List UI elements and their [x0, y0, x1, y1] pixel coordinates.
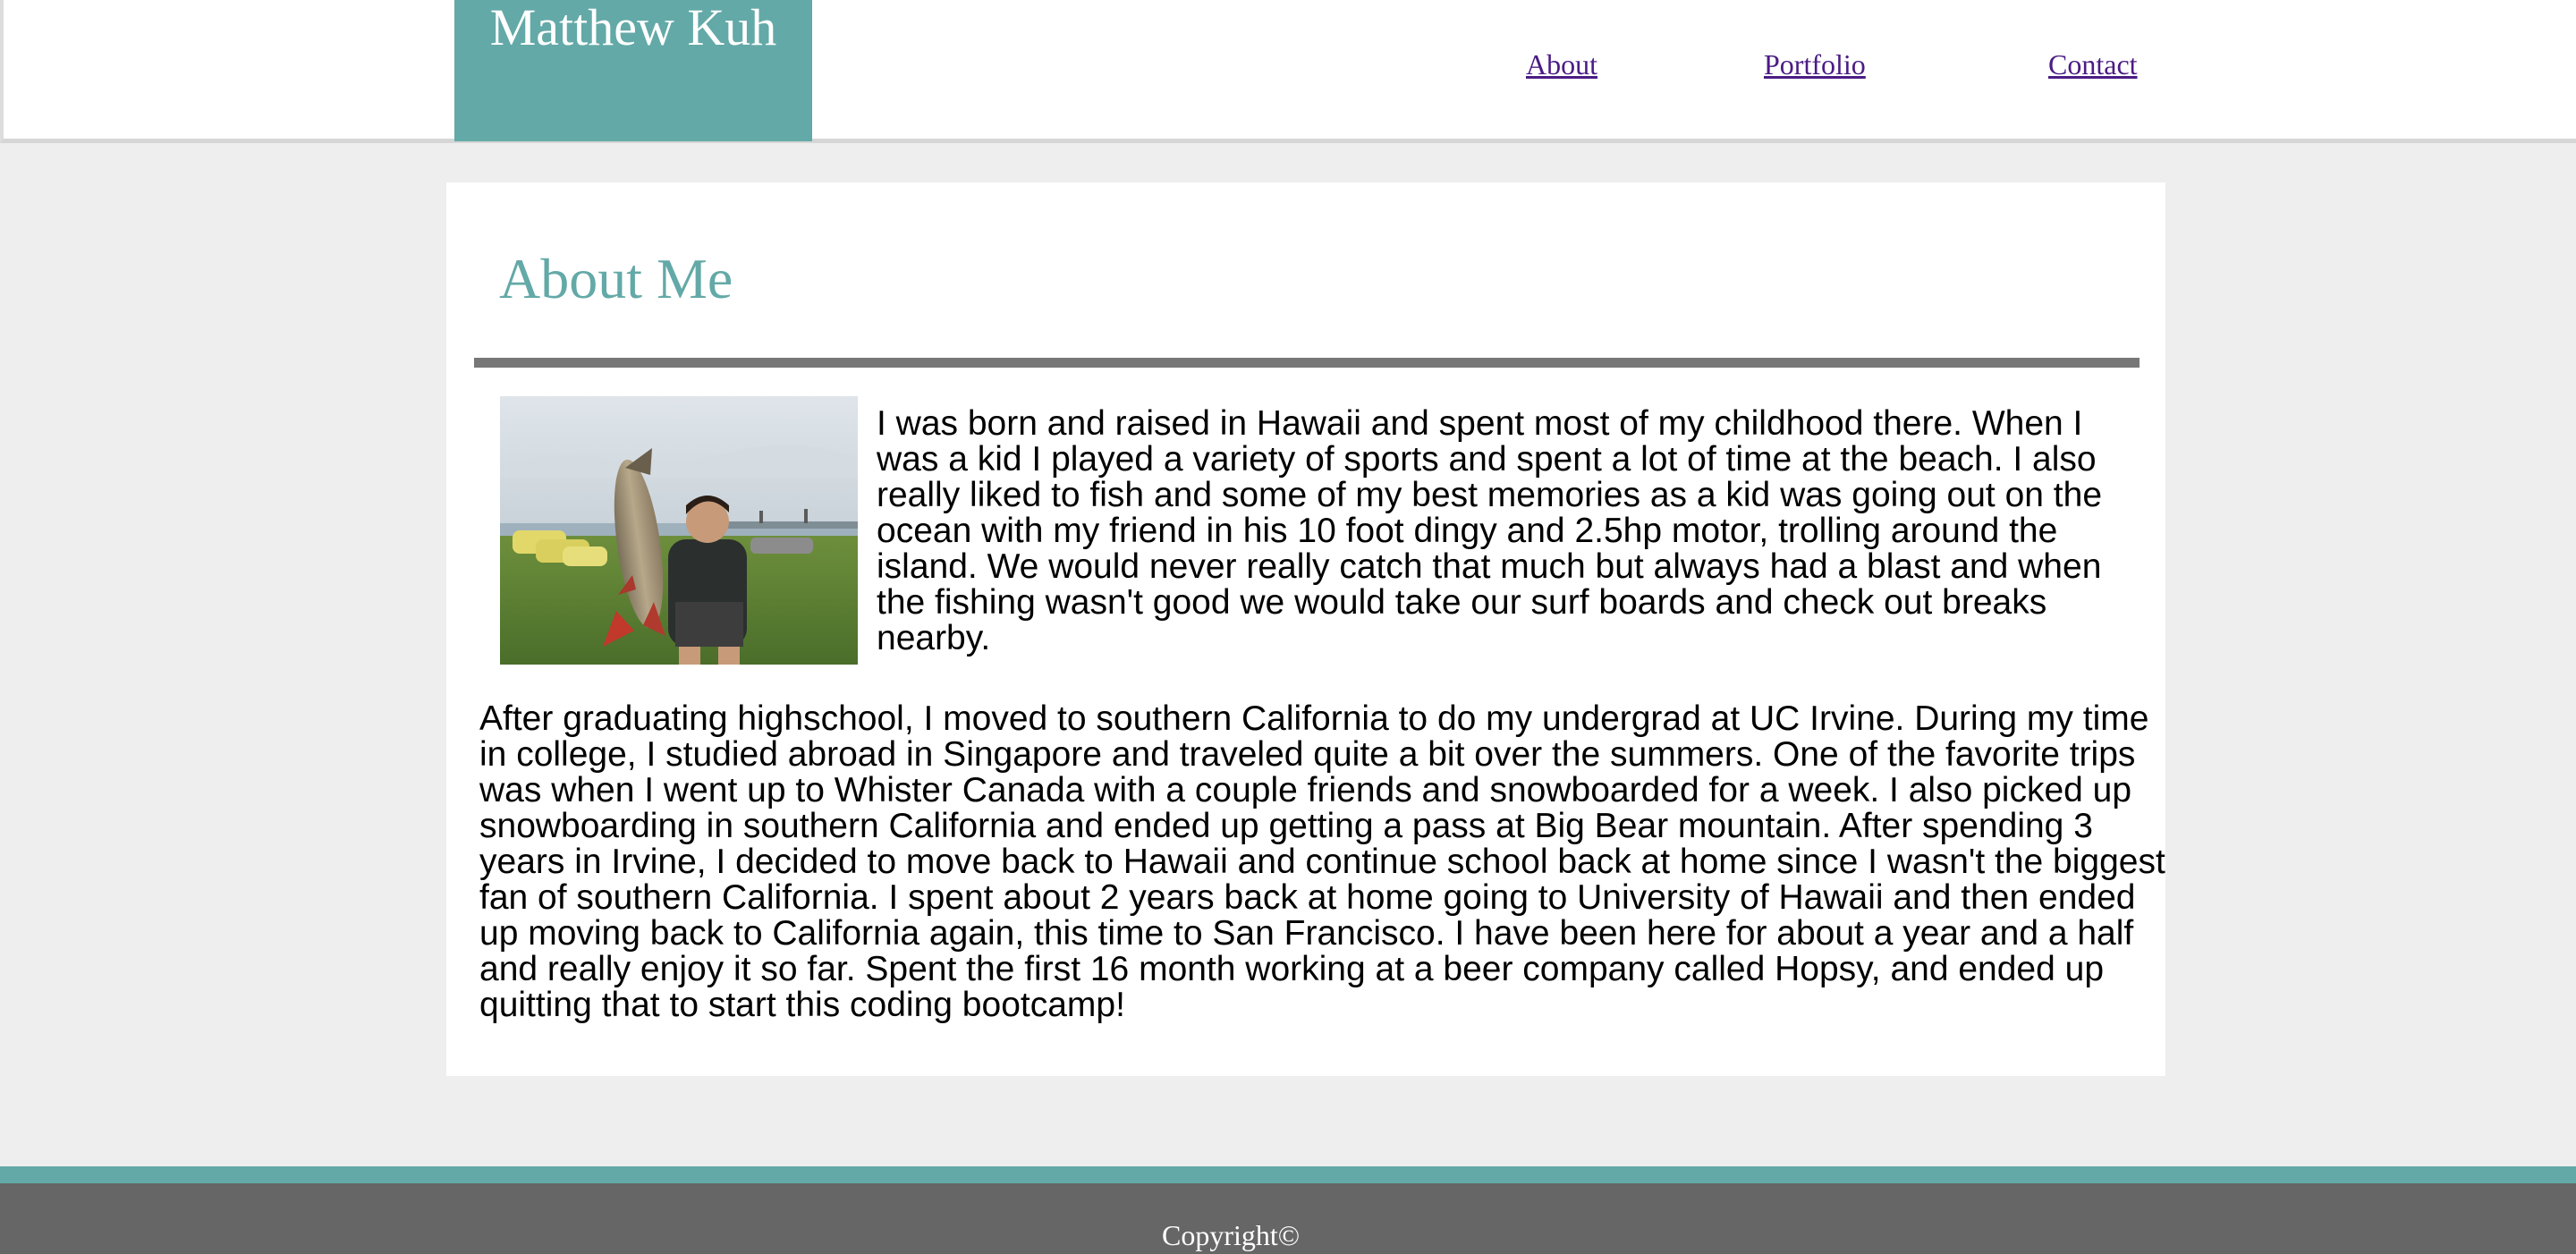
nav-link-contact[interactable]: Contact [2048, 48, 2138, 80]
footer-accent-stripe [0, 1166, 2576, 1183]
page-title: About Me [499, 247, 733, 310]
about-paragraph-2: After graduating highschool, I moved to … [479, 699, 2165, 1024]
title-divider [474, 358, 2140, 368]
site-footer: Copyright© [0, 1183, 2576, 1254]
about-card: About Me I was born and raised in Hawaii… [446, 182, 2165, 1076]
footer-copyright: Copyright© [1162, 1219, 1301, 1251]
site-header: Matthew Kuh About Portfolio Contact [0, 0, 2576, 143]
profile-photo [500, 396, 858, 665]
site-brand[interactable]: Matthew Kuh [454, 0, 812, 141]
nav-link-portfolio[interactable]: Portfolio [1764, 48, 1866, 80]
about-paragraph-1: I was born and raised in Hawaii and spen… [877, 404, 2103, 657]
nav-link-about[interactable]: About [1526, 48, 1597, 80]
